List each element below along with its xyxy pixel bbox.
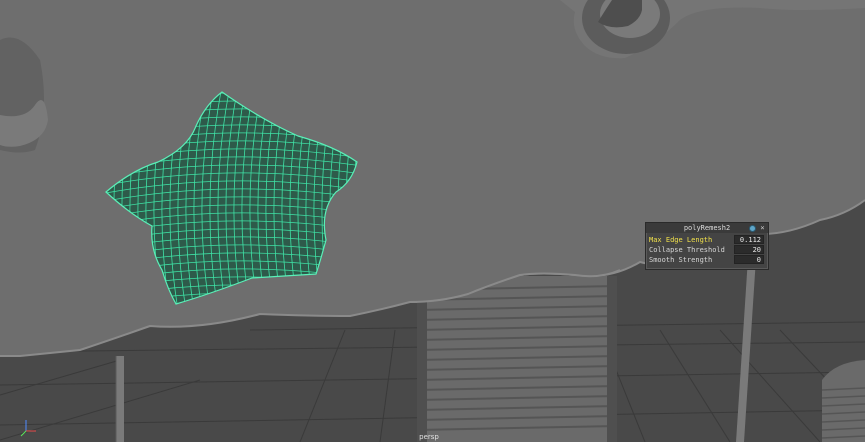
attribute-value-field[interactable]: 0.112 bbox=[734, 235, 764, 244]
viewport-3d[interactable]: polyRemesh2 × Max Edge Length 0.112 Coll… bbox=[0, 0, 865, 442]
attribute-value-field[interactable]: 20 bbox=[734, 245, 764, 254]
attribute-panel[interactable]: polyRemesh2 × Max Edge Length 0.112 Coll… bbox=[645, 222, 769, 270]
attribute-row[interactable]: Max Edge Length 0.112 bbox=[648, 235, 766, 245]
attribute-label: Collapse Threshold bbox=[649, 246, 725, 254]
attribute-row[interactable]: Collapse Threshold 20 bbox=[648, 245, 766, 255]
camera-label: persp bbox=[419, 433, 439, 441]
ribbed-column bbox=[409, 260, 621, 442]
settings-circle-icon[interactable] bbox=[749, 224, 756, 232]
attribute-label: Max Edge Length bbox=[649, 236, 713, 244]
attribute-value-field[interactable]: 0 bbox=[734, 255, 764, 264]
attribute-label: Smooth Strength bbox=[649, 256, 713, 264]
close-icon[interactable]: × bbox=[759, 224, 766, 232]
scene-render[interactable] bbox=[0, 0, 865, 442]
attribute-row[interactable]: Smooth Strength 0 bbox=[648, 255, 766, 265]
